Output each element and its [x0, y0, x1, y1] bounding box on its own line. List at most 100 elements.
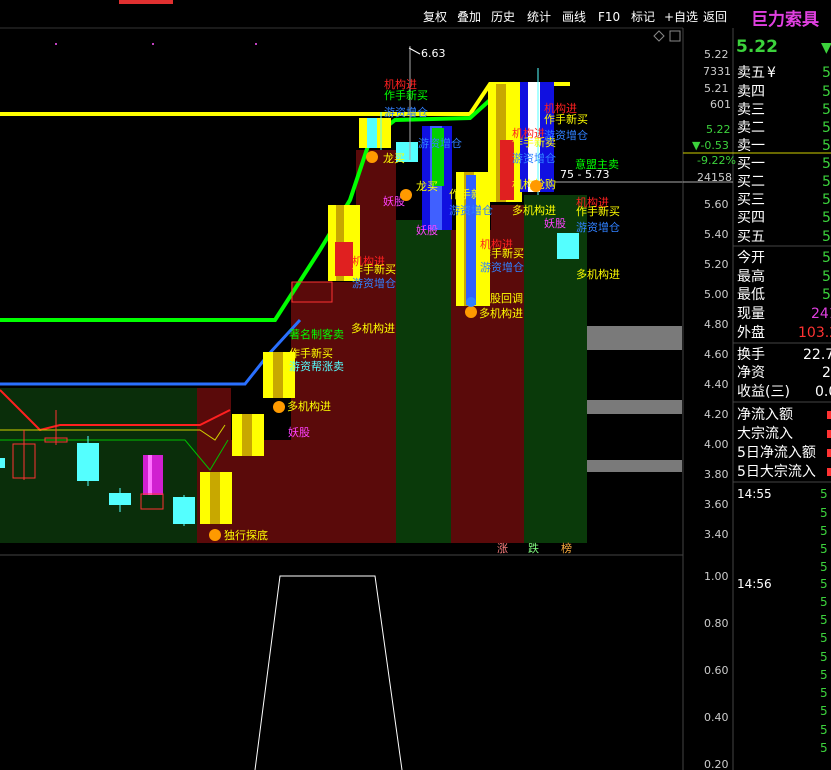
stock-name: 巨力索具	[751, 9, 819, 30]
axis-tick: 3.80	[704, 468, 729, 481]
toolbar-item-f10[interactable]: F10	[598, 10, 620, 24]
tick-val: 5	[820, 487, 828, 501]
label-zuoshou-7: 作手新买	[544, 112, 588, 126]
label-dujxing: 独行探底	[224, 528, 268, 542]
stat-label: 外盘	[737, 324, 765, 341]
label-youzi-bang: 游资帮涨卖	[289, 360, 344, 373]
toolbar: 复权 叠加 历史 统计 画线 F10 标记 +自选 返回	[423, 10, 727, 24]
stat2-label: 换手	[737, 346, 765, 363]
label-youzi-8: 游资增仓	[576, 220, 620, 234]
tick-val: 5	[820, 595, 828, 609]
label-youzi-7: 游资增仓	[544, 128, 588, 142]
label-youzi-1: 游资增仓	[352, 276, 396, 290]
axis-tick: 4.20	[704, 408, 729, 421]
info-change: ▼-0.53	[692, 139, 729, 152]
buy-label: 买二	[737, 174, 765, 190]
label-zuoshou-1: 作手新买	[289, 346, 333, 360]
high-price-label: 6.63	[421, 47, 446, 60]
label-duojigou-4: 多机构进	[512, 203, 556, 217]
toolbar-item-huaxian[interactable]: 画线	[562, 10, 586, 24]
label-youzi-6: 游资增仓	[512, 151, 556, 165]
info-column: 5.22 7331 5.21 601 5.22 ▼-0.53 -9.22% 24…	[692, 48, 736, 184]
signal-icon	[530, 180, 542, 192]
buy-val: 5	[822, 156, 831, 172]
flow-label: 净流入额	[737, 407, 793, 423]
tag-die: 跌	[528, 541, 539, 555]
axis-tick: 5.60	[704, 198, 729, 211]
label-youzi-5: 游资增仓	[480, 260, 524, 274]
signal-icon	[465, 306, 477, 318]
stat2-value: 2	[822, 365, 831, 381]
label-longmai-2: 龙买	[416, 180, 438, 193]
label-duojigou-5: 多机构进	[576, 267, 620, 281]
sell-val: 5	[822, 102, 831, 118]
price-down-arrow-icon: ▼	[821, 40, 831, 56]
tick-val: 5	[820, 577, 828, 591]
stat-value: 5	[822, 269, 831, 285]
order-book: 卖五 ¥ 卖四 卖三 卖二 卖一 5 5 5 5 5 买一 买二 买三 买四 买…	[737, 65, 831, 245]
toolbar-item-diejia[interactable]: 叠加	[457, 10, 481, 24]
toolbar-item-fanhui[interactable]: 返回	[703, 10, 727, 24]
sub-axis-tick: 0.60	[704, 664, 729, 677]
tick-val: 5	[820, 650, 828, 664]
stock-chart[interactable]: 复权 叠加 历史 统计 画线 F10 标记 +自选 返回 巨力索具 5.22 ▼	[0, 0, 831, 770]
tick-val: 5	[820, 524, 828, 538]
axis-tick: 4.00	[704, 438, 729, 451]
label-zuoshou-2: 作手新买	[352, 262, 396, 276]
sub-axis-tick: 0.40	[704, 711, 729, 724]
label-duojigou-3: 多机构进	[479, 306, 523, 320]
label-yaogu-huitiao: 妖股回调	[479, 291, 523, 305]
tag-bang: 榜	[561, 541, 572, 555]
sell-val: 5	[822, 120, 831, 136]
signal-icon	[466, 297, 476, 307]
info-pct: -9.22%	[697, 154, 736, 167]
flow-label: 5日大宗流入	[737, 464, 816, 480]
label-zuoshou-3: 作手新买	[384, 88, 428, 102]
sell-val: 5	[822, 84, 831, 100]
toolbar-item-biaoji[interactable]: 标记	[631, 10, 655, 24]
tick-val: 5	[820, 542, 828, 556]
info-vol-2: 601	[710, 98, 731, 111]
tick-val: 5	[820, 631, 828, 645]
buy-label: 买三	[737, 192, 765, 208]
sell-label: 卖三	[737, 102, 765, 118]
label-yiming: 意盟主卖	[575, 157, 619, 171]
tick-time: 14:56	[737, 577, 772, 591]
sell5-suffix: ¥	[767, 65, 776, 81]
label-longmai-1: 龙买	[383, 152, 405, 165]
sub-axis-tick: 0.80	[704, 617, 729, 630]
sub-axis-tick: 1.00	[704, 570, 729, 583]
flow-label: 5日净流入额	[737, 445, 816, 461]
label-yaogu-4: 妖股	[544, 216, 566, 230]
label-youzi-4: 游资增仓	[449, 203, 493, 217]
tick-val: 5	[820, 704, 828, 718]
buy-label: 买五	[737, 229, 765, 245]
signal-icon	[209, 529, 221, 541]
label-zhuming: 著名制客卖	[289, 327, 344, 341]
signal-icon	[400, 189, 412, 201]
label-yaogu-3: 妖股	[416, 223, 438, 237]
stock-price: 5.22	[736, 37, 778, 57]
tick-val: 5	[820, 506, 828, 520]
buy-val: 5	[822, 174, 831, 190]
axis-tick: 4.40	[704, 378, 729, 391]
toolbar-item-zixuan[interactable]: +自选	[664, 10, 698, 24]
sell-label: 卖五	[737, 65, 765, 81]
flow-label: 大宗流入	[737, 426, 793, 442]
stat-value: 5	[822, 287, 831, 303]
label-zuoshou-4: 作手新卖	[449, 187, 493, 201]
stat-value: 241	[811, 306, 831, 322]
axis-tick: 3.60	[704, 498, 729, 511]
toolbar-item-fuquan[interactable]: 复权	[423, 10, 447, 24]
sub-axis-tick: 0.20	[704, 758, 729, 770]
buy-label: 买一	[737, 156, 765, 172]
tick-val: 5	[820, 741, 828, 755]
label-duojigou-2: 多机构进	[351, 321, 395, 335]
stat-label: 今开	[737, 250, 765, 266]
stat2-value: 22.7	[803, 347, 831, 363]
toolbar-item-lishi[interactable]: 历史	[491, 10, 515, 24]
axis-tick: 5.40	[704, 228, 729, 241]
toolbar-item-tongji[interactable]: 统计	[527, 10, 551, 24]
tick-time: 14:55	[737, 487, 772, 501]
sell-label: 卖二	[737, 120, 765, 136]
